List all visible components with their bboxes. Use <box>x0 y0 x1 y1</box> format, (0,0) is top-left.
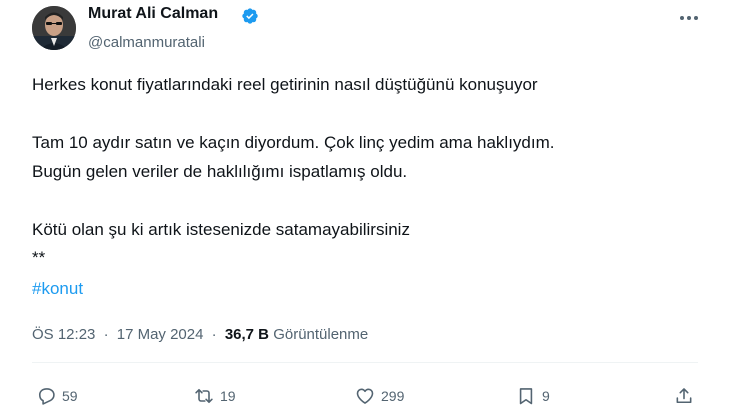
tweet-text-line: Kötü olan şu ki artık istesenizde satama… <box>32 220 410 239</box>
meta-separator: · <box>103 326 109 343</box>
author-name[interactable]: Murat Ali Calman <box>88 5 218 23</box>
more-options-icon <box>680 16 698 20</box>
hashtag-link[interactable]: #konut <box>32 279 83 299</box>
like-button[interactable]: 299 <box>355 384 404 408</box>
bookmark-count: 9 <box>542 388 550 404</box>
retweet-count: 19 <box>220 388 236 404</box>
tweet-text-line: Herkes konut fiyatlarındaki reel getirin… <box>32 75 538 94</box>
views-label: Görüntülenme <box>273 326 369 343</box>
share-icon <box>676 388 692 404</box>
tweet-meta: ÖS 12:23 · 17 May 2024 · 36,7 B Görüntül… <box>32 326 368 343</box>
tweet-card: Murat Ali Calman @calmanmuratali Herkes … <box>0 0 730 420</box>
reply-icon <box>38 388 55 405</box>
heart-icon <box>356 388 374 404</box>
more-options-button[interactable] <box>676 8 702 28</box>
reply-count: 59 <box>62 388 78 404</box>
tweet-date[interactable]: 17 May 2024 <box>117 326 204 343</box>
meta-separator: · <box>211 326 217 343</box>
tweet-text-line: Tam 10 aydır satın ve kaçın diyordum. Ço… <box>32 133 555 152</box>
tweet-time[interactable]: ÖS 12:23 <box>32 326 95 343</box>
verified-badge-icon <box>242 8 258 24</box>
share-button[interactable] <box>674 384 694 408</box>
tweet-text-line: Bugün gelen veriler de haklılığımı ispat… <box>32 162 408 181</box>
author-handle[interactable]: @calmanmuratali <box>88 34 205 51</box>
avatar-image <box>32 6 76 50</box>
like-count: 299 <box>381 388 405 404</box>
views-count: 36,7 B <box>224 326 270 343</box>
tweet-text-line: ** <box>32 248 46 267</box>
bookmark-button[interactable]: 9 <box>516 384 550 408</box>
divider <box>32 362 698 363</box>
avatar[interactable] <box>32 6 76 50</box>
retweet-button[interactable]: 19 <box>194 384 236 408</box>
reply-button[interactable]: 59 <box>36 384 78 408</box>
bookmark-icon <box>519 388 533 405</box>
retweet-icon <box>195 388 213 404</box>
